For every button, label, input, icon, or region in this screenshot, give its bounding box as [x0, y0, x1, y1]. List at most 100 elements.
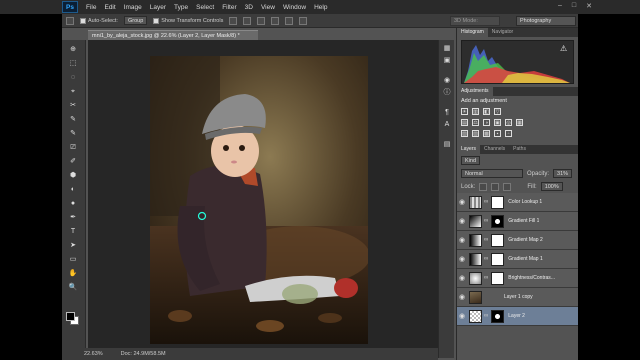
lock-all-icon[interactable] — [503, 182, 512, 191]
menu-window[interactable]: Window — [283, 4, 306, 11]
align-top-icon[interactable] — [229, 16, 238, 25]
visibility-eye-icon[interactable]: ◉ — [457, 274, 467, 282]
selective-color-icon[interactable]: ▫ — [505, 130, 512, 137]
shape-tool-icon[interactable]: ✋ — [67, 270, 79, 278]
workspace-dropdown[interactable]: Photography — [516, 16, 576, 26]
layer-name[interactable]: Color Lookup 1 — [508, 199, 542, 205]
menu-edit[interactable]: Edit — [104, 4, 115, 11]
swatches-panel-icon[interactable]: ◉ — [442, 76, 452, 85]
paragraph-panel-icon[interactable]: ¶ — [442, 108, 452, 117]
menu-file[interactable]: File — [86, 4, 96, 11]
crop-tool-icon[interactable]: ✂ — [67, 102, 79, 110]
menu-filter[interactable]: Filter — [222, 4, 236, 11]
character-panel-icon[interactable]: A — [442, 120, 452, 129]
curves-icon[interactable]: ◧ — [483, 108, 490, 115]
layer-name[interactable]: Layer 1 copy — [504, 294, 533, 300]
layer-name[interactable]: Gradient Map 1 — [508, 256, 542, 262]
healing-brush-tool-icon[interactable]: ✎ — [67, 130, 79, 138]
layer-row[interactable]: ◉ ∞ Gradient Map 1 — [457, 250, 578, 269]
layer-row[interactable]: ◉ ∞ Color Lookup 1 — [457, 193, 578, 212]
menu-3d[interactable]: 3D — [245, 4, 253, 11]
auto-select-dropdown[interactable]: Group — [123, 16, 148, 25]
show-transform-option[interactable]: Show Transform Controls — [153, 17, 223, 24]
fill-field[interactable]: 100% — [540, 182, 563, 191]
layer-mask-thumbnail[interactable] — [491, 271, 505, 285]
visibility-eye-icon[interactable]: ◉ — [457, 236, 467, 244]
channel-mixer-icon[interactable]: ◎ — [505, 119, 512, 126]
blend-mode-dropdown[interactable]: Normal — [461, 169, 523, 178]
layer-row[interactable]: ◉ ∞ Gradient Map 2 — [457, 231, 578, 250]
opacity-field[interactable]: 31% — [553, 169, 573, 178]
align-left-icon[interactable] — [271, 16, 280, 25]
clone-stamp-tool-icon[interactable]: ✐ — [67, 158, 79, 166]
eraser-tool-icon[interactable]: ◐ — [67, 186, 79, 194]
menu-type[interactable]: Type — [174, 4, 188, 11]
foreground-color-swatch[interactable] — [66, 312, 75, 321]
checkbox-icon[interactable] — [153, 17, 160, 24]
black-white-icon[interactable]: ◑ — [483, 119, 490, 126]
move-tool-icon[interactable]: ⊕ — [67, 46, 79, 54]
layer-mask-thumbnail[interactable] — [491, 233, 505, 247]
lock-pixels-icon[interactable] — [479, 182, 488, 191]
tab-layers[interactable]: Layers — [457, 145, 481, 154]
type-tool-icon[interactable]: ➤ — [67, 242, 79, 250]
zoom-level[interactable]: 22.63% — [84, 351, 103, 357]
history-panel-icon[interactable]: ▦ — [442, 44, 452, 53]
layer-row-selected[interactable]: ◉ ∞ Layer 2 — [457, 307, 578, 326]
hand-tool-icon[interactable]: 🔍 — [67, 284, 79, 292]
visibility-eye-icon[interactable]: ◉ — [457, 255, 467, 263]
gradient-tool-icon[interactable]: ● — [67, 200, 79, 208]
canvas-image[interactable] — [150, 56, 368, 344]
history-brush-tool-icon[interactable]: ⬢ — [67, 172, 79, 180]
levels-icon[interactable]: ▥ — [472, 108, 479, 115]
color-balance-icon[interactable]: ⚖ — [472, 119, 479, 126]
close-icon[interactable]: ✕ — [586, 2, 592, 10]
dodge-tool-icon[interactable]: ✒ — [67, 214, 79, 222]
visibility-eye-icon[interactable]: ◉ — [457, 293, 467, 301]
menu-select[interactable]: Select — [196, 4, 214, 11]
layer-name[interactable]: Brightness/Contras... — [508, 275, 555, 281]
tab-adjustments[interactable]: Adjustments — [457, 87, 493, 96]
menu-help[interactable]: Help — [314, 4, 327, 11]
brightness-contrast-icon[interactable]: ☀ — [461, 108, 468, 115]
pen-tool-icon[interactable]: T — [67, 228, 79, 236]
tab-navigator[interactable]: Navigator — [488, 28, 517, 37]
exposure-icon[interactable]: ▽ — [494, 108, 501, 115]
menu-layer[interactable]: Layer — [150, 4, 166, 11]
threshold-icon[interactable]: ▩ — [483, 130, 490, 137]
layer-name[interactable]: Gradient Map 2 — [508, 237, 542, 243]
layer-name[interactable]: Gradient Fill 1 — [508, 218, 539, 224]
quick-select-tool-icon[interactable]: ⌖ — [67, 88, 79, 96]
vibrance-icon[interactable]: ▤ — [461, 119, 468, 126]
color-lookup-icon[interactable]: ▦ — [516, 119, 523, 126]
layer-name[interactable]: Layer 2 — [508, 313, 525, 319]
tab-paths[interactable]: Paths — [509, 145, 530, 154]
layer-row[interactable]: ◉ Layer 1 copy — [457, 288, 578, 307]
layer-row[interactable]: ◉ ∞ Brightness/Contras... — [457, 269, 578, 288]
tab-histogram[interactable]: Histogram — [457, 28, 488, 37]
invert-icon[interactable]: ▧ — [461, 130, 468, 137]
align-middle-icon[interactable] — [243, 16, 252, 25]
tab-channels[interactable]: Channels — [480, 145, 509, 154]
layer-mask-thumbnail[interactable] — [491, 252, 505, 266]
checkbox-icon[interactable] — [80, 17, 86, 24]
marquee-tool-icon[interactable]: ⬚ — [67, 60, 79, 68]
visibility-eye-icon[interactable]: ◉ — [457, 198, 467, 206]
move-tool-icon[interactable] — [66, 16, 74, 25]
info-panel-icon[interactable]: ⓘ — [442, 88, 452, 97]
photo-filter-icon[interactable]: ▣ — [494, 119, 501, 126]
brush-panel-icon[interactable]: ▤ — [442, 140, 452, 149]
align-right-icon[interactable] — [299, 16, 308, 25]
layer-row[interactable]: ◉ ∞ Gradient Fill 1 — [457, 212, 578, 231]
visibility-eye-icon[interactable]: ◉ — [457, 312, 467, 320]
menu-view[interactable]: View — [261, 4, 275, 11]
document-tab[interactable]: mni1_by_aleja_stock.jpg @ 22.6% (Layer 2… — [88, 30, 258, 40]
layer-mask-thumbnail[interactable] — [491, 309, 505, 323]
brush-tool-icon[interactable]: ⎚ — [67, 144, 79, 152]
visibility-eye-icon[interactable]: ◉ — [457, 217, 467, 225]
align-bottom-icon[interactable] — [257, 16, 266, 25]
path-selection-tool-icon[interactable]: ▭ — [67, 256, 79, 264]
lasso-tool-icon[interactable]: ◌ — [67, 74, 79, 82]
properties-panel-icon[interactable]: ▣ — [442, 56, 452, 65]
minimize-icon[interactable]: – — [558, 2, 562, 10]
